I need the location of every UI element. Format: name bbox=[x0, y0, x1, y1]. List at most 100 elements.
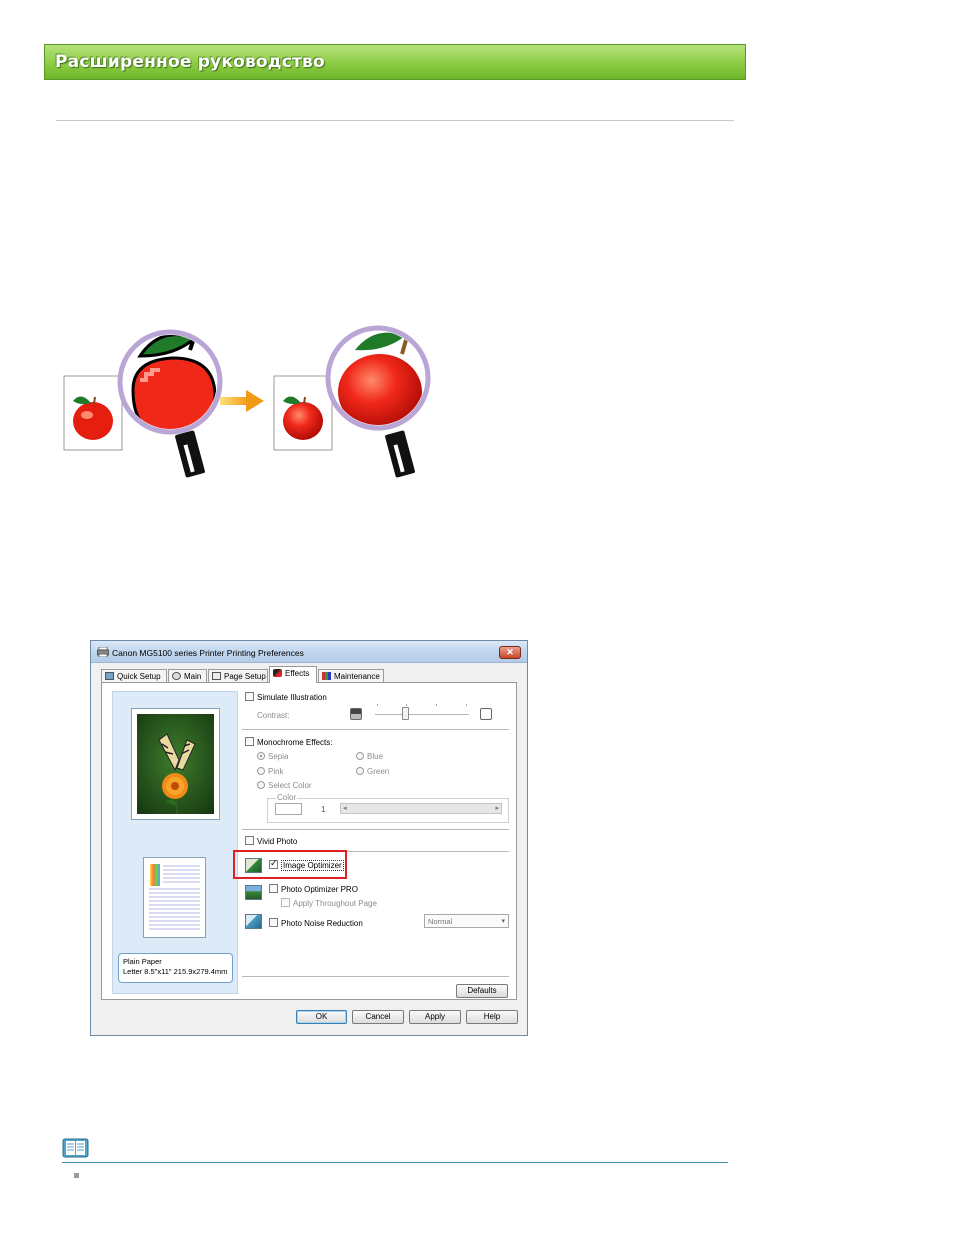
radio-button[interactable] bbox=[257, 781, 265, 789]
color-label: Color bbox=[276, 793, 298, 803]
color-value: 1 bbox=[321, 805, 326, 814]
tab-label: Maintenance bbox=[334, 672, 380, 681]
slider-tick bbox=[377, 704, 378, 706]
radio-blue[interactable]: Blue bbox=[356, 752, 383, 762]
slider-tick bbox=[436, 704, 437, 706]
tab-label: Page Setup bbox=[224, 672, 266, 681]
chevron-down-icon: ▾ bbox=[501, 918, 505, 925]
note-divider bbox=[62, 1162, 728, 1163]
apply-throughout-page-checkbox[interactable]: Apply Throughout Page bbox=[281, 898, 377, 909]
photo-optimizer-pro-checkbox[interactable]: Photo Optimizer PRO bbox=[269, 884, 358, 895]
arrow-right-icon bbox=[220, 390, 264, 412]
paper-info: Plain Paper Letter 8.5"x11" 215.9x279.4m… bbox=[118, 953, 233, 983]
note-book-icon bbox=[62, 1138, 89, 1158]
document-thumbnail bbox=[149, 864, 200, 930]
tab-label: Quick Setup bbox=[117, 672, 161, 681]
main-tab-icon bbox=[172, 672, 181, 680]
paper-size: Letter 8.5"x11" 215.9x279.4mm bbox=[123, 967, 228, 976]
butterfly-flower-photo bbox=[137, 714, 214, 814]
radio-select-color[interactable]: Select Color bbox=[257, 781, 312, 791]
defaults-button[interactable]: Defaults bbox=[456, 984, 508, 998]
tab-label: Main bbox=[184, 672, 202, 681]
radio-label: Green bbox=[367, 767, 390, 776]
simulate-illustration-checkbox[interactable]: Simulate Illustration bbox=[245, 692, 327, 703]
radio-label: Blue bbox=[367, 752, 384, 761]
optimized-photo bbox=[273, 375, 333, 451]
radio-pink[interactable]: Pink bbox=[257, 767, 284, 777]
tab-effects[interactable]: Effects bbox=[269, 666, 317, 683]
checkbox-box[interactable] bbox=[245, 692, 254, 701]
page-title: Расширенное руководство bbox=[55, 52, 325, 72]
header-banner: Расширенное руководство bbox=[44, 44, 746, 80]
tab-page-setup[interactable]: Page Setup bbox=[208, 669, 268, 682]
close-icon[interactable]: ✕ bbox=[499, 646, 521, 659]
checkbox-label: Simulate Illustration bbox=[257, 693, 327, 702]
magnifier-icon bbox=[117, 329, 223, 478]
tab-quick-setup[interactable]: Quick Setup bbox=[101, 669, 167, 682]
noise-level-value: Normal bbox=[428, 917, 453, 926]
quick-setup-icon bbox=[105, 672, 114, 680]
magnifier-icon bbox=[325, 325, 431, 478]
highlight-box bbox=[233, 850, 347, 879]
maintenance-icon bbox=[322, 672, 331, 680]
contrast-slider-track[interactable] bbox=[375, 714, 469, 716]
radio-button[interactable] bbox=[257, 767, 265, 775]
checkbox-label: Photo Noise Reduction bbox=[281, 919, 363, 928]
cancel-button[interactable]: Cancel bbox=[352, 1010, 404, 1024]
checkbox-box[interactable] bbox=[281, 898, 290, 907]
contrast-slider-thumb[interactable] bbox=[402, 707, 409, 720]
monochrome-effects-checkbox[interactable]: Monochrome Effects: bbox=[245, 737, 332, 748]
radio-green[interactable]: Green bbox=[356, 767, 389, 777]
high-contrast-icon bbox=[480, 708, 492, 720]
radio-button[interactable] bbox=[257, 752, 265, 760]
list-bullet bbox=[74, 1173, 79, 1178]
vivid-photo-checkbox[interactable]: Vivid Photo bbox=[245, 836, 297, 847]
dialog-title: Canon MG5100 series Printer Printing Pre… bbox=[112, 648, 304, 658]
color-scrollbar[interactable]: ◂ ▸ bbox=[340, 803, 502, 814]
paper-type: Plain Paper bbox=[123, 957, 162, 966]
scroll-left-icon[interactable]: ◂ bbox=[343, 804, 347, 812]
radio-button[interactable] bbox=[356, 752, 364, 760]
checkbox-label: Photo Optimizer PRO bbox=[281, 885, 358, 894]
apply-button[interactable]: Apply bbox=[409, 1010, 461, 1024]
checkbox-box[interactable] bbox=[245, 737, 254, 746]
checkbox-box[interactable] bbox=[269, 918, 278, 927]
page-setup-icon bbox=[212, 672, 221, 680]
noise-reduction-icon bbox=[245, 914, 262, 929]
radio-button[interactable] bbox=[356, 767, 364, 775]
effect-preview bbox=[131, 708, 220, 820]
help-button[interactable]: Help bbox=[466, 1010, 518, 1024]
top-divider bbox=[56, 120, 734, 121]
photo-noise-reduction-checkbox[interactable]: Photo Noise Reduction bbox=[269, 918, 363, 929]
tab-maintenance[interactable]: Maintenance bbox=[318, 669, 384, 682]
radio-label: Select Color bbox=[268, 781, 312, 790]
printer-icon bbox=[97, 647, 109, 657]
slider-tick bbox=[406, 704, 407, 706]
effects-brush-icon bbox=[273, 669, 282, 677]
contrast-label: Contrast: bbox=[257, 711, 290, 720]
checkbox-box[interactable] bbox=[245, 836, 254, 845]
divider bbox=[242, 829, 509, 830]
noise-level-select[interactable]: Normal ▾ bbox=[424, 914, 509, 928]
checkbox-label: Apply Throughout Page bbox=[293, 899, 377, 908]
slider-tick bbox=[466, 704, 467, 706]
image-optimizer-illustration bbox=[63, 325, 431, 478]
ok-button[interactable]: OK bbox=[296, 1010, 347, 1024]
radio-label: Pink bbox=[268, 767, 284, 776]
printing-preferences-dialog: Canon MG5100 series Printer Printing Pre… bbox=[90, 640, 528, 1036]
checkbox-box[interactable] bbox=[269, 884, 278, 893]
preview-pane: Plain Paper Letter 8.5"x11" 215.9x279.4m… bbox=[112, 691, 238, 994]
photo-optimizer-pro-icon bbox=[245, 885, 262, 900]
color-value-field[interactable] bbox=[275, 803, 302, 815]
tab-label: Effects bbox=[285, 669, 310, 678]
dialog-titlebar: Canon MG5100 series Printer Printing Pre… bbox=[91, 641, 527, 663]
original-photo bbox=[63, 375, 123, 451]
page-layout-preview bbox=[143, 857, 206, 938]
radio-sepia[interactable]: Sepia bbox=[257, 752, 288, 762]
checkbox-label: Monochrome Effects: bbox=[257, 738, 333, 747]
divider bbox=[242, 976, 509, 977]
divider bbox=[242, 729, 509, 730]
scroll-right-icon[interactable]: ▸ bbox=[495, 804, 499, 812]
radio-label: Sepia bbox=[268, 752, 289, 761]
tab-main[interactable]: Main bbox=[168, 669, 207, 682]
